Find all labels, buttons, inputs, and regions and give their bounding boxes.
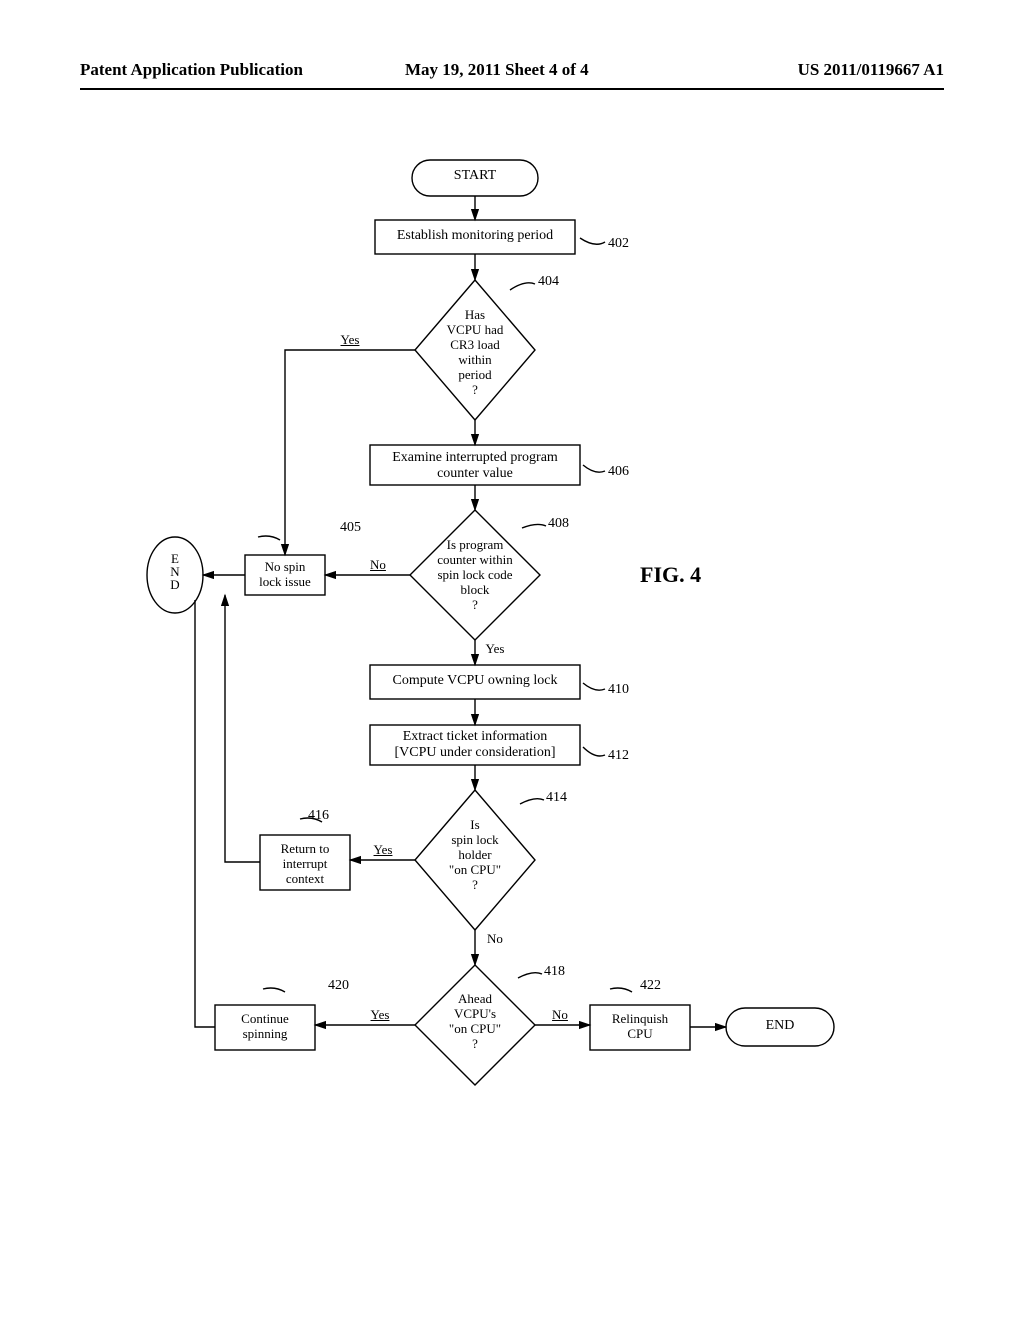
edge-yes-414: Yes [368, 843, 398, 858]
box-continue-spinning: Continue spinning [220, 1012, 310, 1042]
ref-422: 422 [640, 978, 661, 994]
diamond-ahead-oncpu: Ahead VCPU's "on CPU" ? [428, 992, 522, 1052]
ref-410: 410 [608, 682, 629, 698]
header-left: Patent Application Publication [80, 60, 303, 80]
figure-label: FIG. 4 [640, 562, 701, 587]
edge-yes-408: Yes [480, 642, 510, 657]
edge-no-418: No [545, 1008, 575, 1023]
diamond-holder-oncpu: Is spin lock holder "on CPU" ? [425, 818, 525, 893]
edge-no-414: No [480, 932, 510, 947]
box-extract-ticket: Extract ticket information [VCPU under c… [375, 729, 575, 761]
edge-no-408: No [363, 558, 393, 573]
start-terminator: START [440, 168, 510, 184]
ref-406: 406 [608, 464, 629, 480]
header-right: US 2011/0119667 A1 [798, 60, 944, 80]
ref-412: 412 [608, 748, 629, 764]
ref-404: 404 [538, 274, 559, 290]
flowchart: START Establish monitoring period Has VC… [80, 150, 944, 1240]
header-center: May 19, 2011 Sheet 4 of 4 [405, 60, 589, 80]
page-header: Patent Application Publication May 19, 2… [80, 60, 944, 120]
box-relinquish-cpu: Relinquish CPU [595, 1012, 685, 1042]
box-establish-monitoring: Establish monitoring period [380, 228, 570, 244]
edge-yes-418: Yes [365, 1008, 395, 1023]
ref-416: 416 [308, 808, 329, 824]
box-examine-pc: Examine interrupted program counter valu… [375, 450, 575, 482]
box-no-spin-lock-issue: No spin lock issue [248, 560, 322, 590]
ref-402: 402 [608, 236, 629, 252]
diamond-pc-in-spinlock: Is program counter within spin lock code… [420, 538, 530, 613]
ref-420: 420 [328, 978, 349, 994]
end-left-terminator: E N D [162, 552, 188, 591]
ref-408: 408 [548, 516, 569, 532]
ref-414: 414 [546, 790, 567, 806]
box-compute-owning: Compute VCPU owning lock [375, 673, 575, 689]
ref-405: 405 [340, 520, 361, 536]
edge-yes-404: Yes [330, 333, 370, 348]
box-return-interrupt: Return to interrupt context [264, 842, 346, 887]
header-rule [80, 88, 944, 90]
diamond-cr3-load: Has VCPU had CR3 load within period ? [425, 308, 525, 398]
end-right-terminator: END [750, 1018, 810, 1034]
ref-418: 418 [544, 964, 565, 980]
